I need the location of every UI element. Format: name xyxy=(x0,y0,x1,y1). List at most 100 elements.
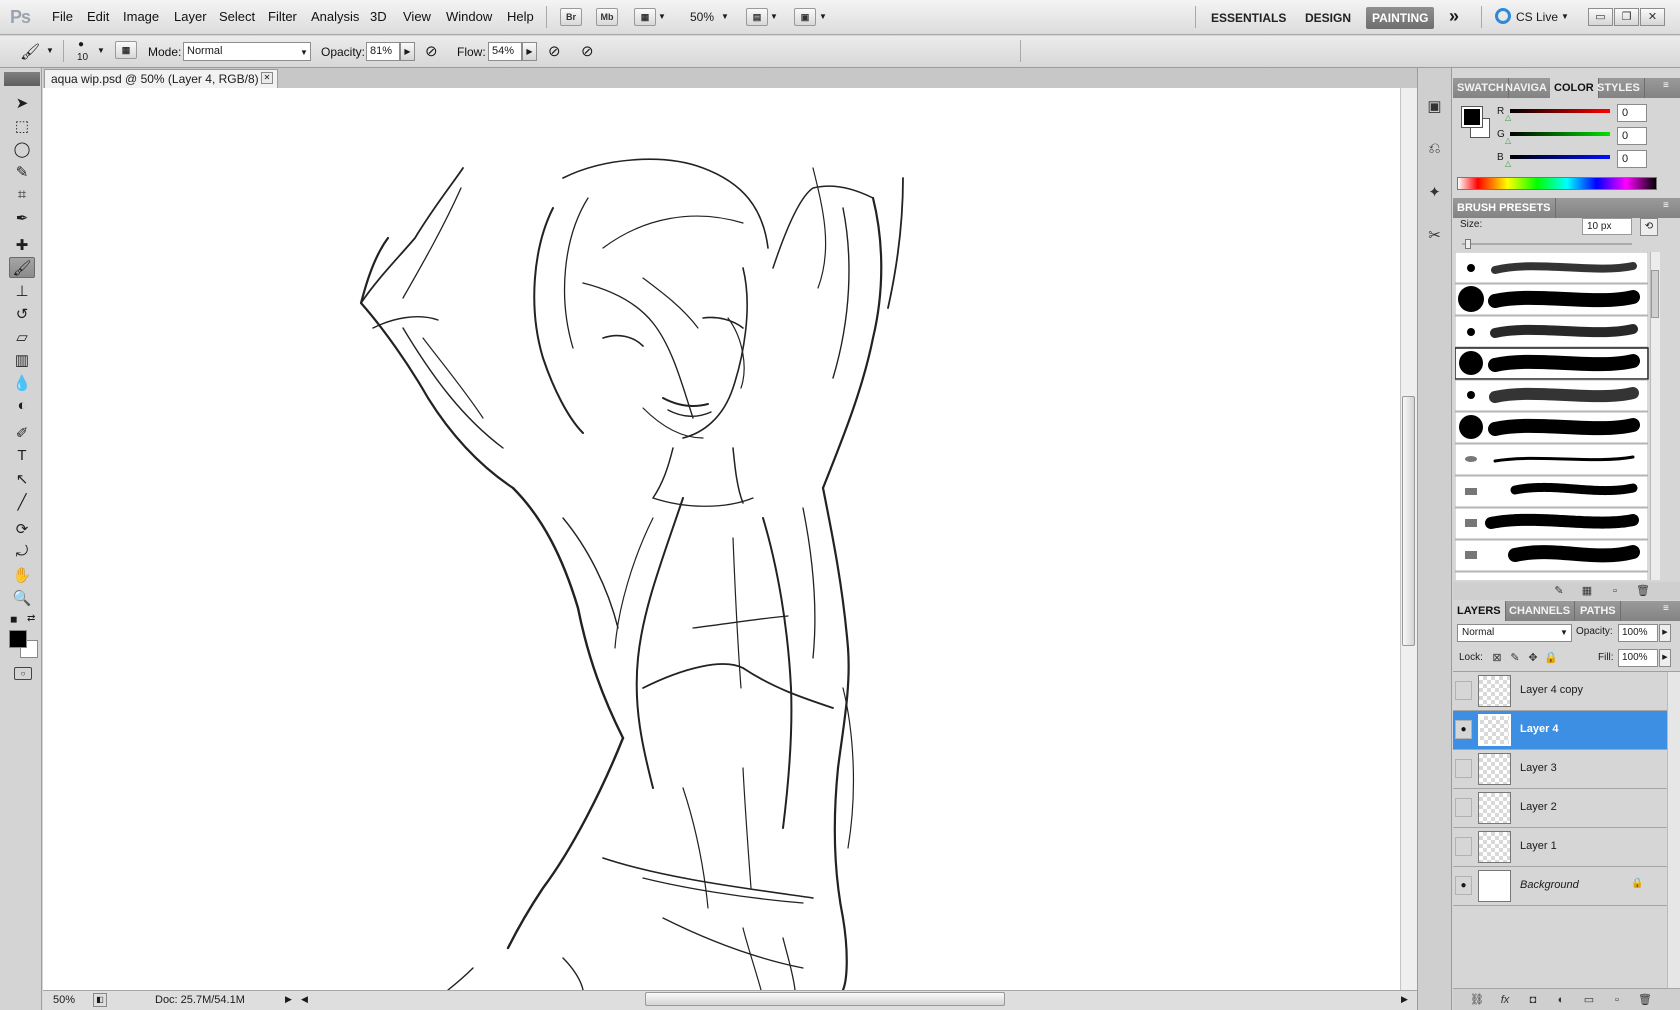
brush-list-scroll-thumb[interactable] xyxy=(1651,270,1659,318)
restore-button[interactable]: ❐ xyxy=(1614,8,1639,26)
tab-paths[interactable]: PATHS xyxy=(1576,601,1621,621)
color-ramp[interactable] xyxy=(1457,177,1657,190)
status-menu-arrow-icon[interactable]: ▶ xyxy=(285,994,292,1005)
tab-brush-presets[interactable]: BRUSH PRESETS xyxy=(1453,198,1556,218)
brush-panel-menu-icon[interactable]: ≡ xyxy=(1663,200,1669,211)
screen-mode-icon[interactable]: ▣ xyxy=(794,8,816,26)
lock-pixels-icon[interactable]: ✎ xyxy=(1507,650,1523,666)
tab-layers[interactable]: LAYERS xyxy=(1453,601,1506,621)
adjustment-layer-icon[interactable]: ◐ xyxy=(1553,992,1569,1008)
brush-grid-icon[interactable]: ▦ xyxy=(1579,583,1595,599)
menu-image[interactable]: Image xyxy=(123,9,159,24)
healing-brush-tool-icon[interactable]: ✚ xyxy=(9,234,35,255)
fill-slider-icon[interactable]: ▶ xyxy=(1659,649,1671,667)
dodge-tool-icon[interactable]: ◐ xyxy=(9,395,35,416)
delete-brush-icon[interactable]: 🗑 xyxy=(1635,583,1651,599)
3d-orbit-tool-icon[interactable]: ⤾ xyxy=(9,541,35,562)
link-layers-icon[interactable]: ⛓ xyxy=(1469,992,1485,1008)
foreground-color-swatch[interactable] xyxy=(9,630,27,648)
workspace-design[interactable]: DESIGN xyxy=(1299,7,1357,29)
eye-icon[interactable]: ● xyxy=(1455,720,1472,739)
tab-channels[interactable]: CHANNELS xyxy=(1505,601,1576,621)
tool-preset-chevron-icon[interactable]: ▼ xyxy=(46,46,54,55)
fill-input[interactable]: 100% xyxy=(1618,649,1658,667)
cs-live-button[interactable]: CS Live xyxy=(1516,10,1558,24)
channel-g-slider[interactable] xyxy=(1510,132,1610,136)
pen-tool-icon[interactable]: ✐ xyxy=(9,422,35,443)
eye-icon[interactable]: ● xyxy=(1455,876,1472,895)
crop-tool-icon[interactable]: ⌗ xyxy=(9,184,35,205)
channel-r-handle-icon[interactable]: △ xyxy=(1505,113,1511,122)
document-tab[interactable]: aqua wip.psd @ 50% (Layer 4, RGB/8) * xyxy=(44,69,278,88)
marquee-tool-icon[interactable]: ⬚ xyxy=(9,115,35,136)
brush-tool-icon[interactable]: 🖌 xyxy=(20,42,40,62)
mode-select[interactable]: Normal xyxy=(183,42,311,61)
layer-visibility-toggle[interactable] xyxy=(1455,837,1472,856)
menu-filter[interactable]: Filter xyxy=(268,9,297,24)
blur-tool-icon[interactable]: 💧 xyxy=(9,372,35,393)
layers-scrollbar[interactable] xyxy=(1667,672,1680,990)
layer-style-icon[interactable]: fx xyxy=(1497,992,1513,1008)
view-extras-icon[interactable]: ▦ xyxy=(634,8,656,26)
layers-panel-menu-icon[interactable]: ≡ xyxy=(1663,603,1669,614)
channel-g-input[interactable]: 0 xyxy=(1617,127,1647,145)
channel-r-input[interactable]: 0 xyxy=(1617,104,1647,122)
vertical-scroll-thumb[interactable] xyxy=(1402,396,1415,646)
menu-analysis[interactable]: Analysis xyxy=(311,9,359,24)
workspace-painting[interactable]: PAINTING xyxy=(1366,7,1435,29)
brush-size-slider[interactable] xyxy=(1462,243,1632,245)
layer-row[interactable]: Layer 4 copy xyxy=(1453,672,1667,711)
layer-row[interactable]: Layer 3 xyxy=(1453,750,1667,789)
channel-r-slider[interactable] xyxy=(1510,109,1610,113)
lock-all-icon[interactable]: 🔒 xyxy=(1543,650,1559,666)
blend-mode-chevron-icon[interactable]: ▼ xyxy=(1560,628,1568,637)
layer-visibility-toggle[interactable] xyxy=(1455,759,1472,778)
mode-chevron-icon[interactable]: ▼ xyxy=(300,48,308,57)
new-brush-icon[interactable]: ▫ xyxy=(1607,583,1623,599)
cs-live-icon[interactable] xyxy=(1495,8,1511,24)
brush-tool-icon[interactable]: 🖌 xyxy=(9,257,35,278)
brush-size-input[interactable]: 10 px xyxy=(1582,218,1632,235)
actions-dock-icon[interactable]: ✦ xyxy=(1421,178,1448,205)
eraser-tool-icon[interactable]: ▱ xyxy=(9,326,35,347)
type-tool-icon[interactable]: T xyxy=(9,445,35,466)
tab-navigator[interactable]: NAVIGA xyxy=(1501,78,1552,98)
tab-color[interactable]: COLOR xyxy=(1550,78,1599,98)
opacity-slider-toggle-icon[interactable]: ▶ xyxy=(400,42,415,61)
tablet-opacity-icon[interactable]: ⊘ xyxy=(425,42,438,60)
menu-help[interactable]: Help xyxy=(507,9,534,24)
quick-mask-icon[interactable]: ○ xyxy=(14,667,32,680)
quick-selection-tool-icon[interactable]: ✎ xyxy=(9,161,35,182)
menu-file[interactable]: File xyxy=(52,9,73,24)
status-zoom[interactable]: 50% xyxy=(53,994,75,1006)
menu-3d[interactable]: 3D xyxy=(370,9,387,24)
foreground-color-chip[interactable] xyxy=(1461,106,1483,128)
layer-row[interactable]: ● Background 🔒 xyxy=(1453,867,1667,906)
flow-input[interactable]: 54% xyxy=(488,42,522,61)
brush-picker-chevron-icon[interactable]: ▼ xyxy=(97,46,105,55)
lasso-tool-icon[interactable]: ◯ xyxy=(9,138,35,159)
brush-size-reset-icon[interactable]: ⟲ xyxy=(1640,218,1658,236)
history-dock-icon[interactable]: ⎌ xyxy=(1421,135,1448,162)
scroll-left-icon[interactable]: ◀ xyxy=(301,994,308,1005)
bridge-button[interactable]: Br xyxy=(560,8,582,26)
swap-colors-icon[interactable]: ⇄ xyxy=(27,613,35,624)
toggle-brush-panel-icon[interactable]: ✎ xyxy=(1551,583,1567,599)
panel-menu-icon[interactable]: ≡ xyxy=(1663,80,1669,91)
zoom-level[interactable]: 50% xyxy=(690,10,714,24)
channel-b-slider[interactable] xyxy=(1510,155,1610,159)
line-tool-icon[interactable]: ╱ xyxy=(9,491,35,512)
layer-opacity-input[interactable]: 100% xyxy=(1618,624,1658,642)
zoom-tool-icon[interactable]: 🔍 xyxy=(9,587,35,608)
brush-size-slider-handle[interactable] xyxy=(1465,239,1471,249)
eyedropper-tool-icon[interactable]: ✒ xyxy=(9,207,35,228)
layer-row[interactable]: Layer 2 xyxy=(1453,789,1667,828)
mini-bridge-button[interactable]: Mb xyxy=(596,8,618,26)
new-layer-icon[interactable]: ▫ xyxy=(1609,992,1625,1008)
clone-stamp-tool-icon[interactable]: ⊥ xyxy=(9,280,35,301)
lock-transparency-icon[interactable]: ⊠ xyxy=(1489,650,1505,666)
tablet-size-icon[interactable]: ⊘ xyxy=(581,42,594,60)
flow-slider-toggle-icon[interactable]: ▶ xyxy=(522,42,537,61)
channel-g-handle-icon[interactable]: △ xyxy=(1505,136,1511,145)
tools-panel-header[interactable] xyxy=(4,72,40,86)
